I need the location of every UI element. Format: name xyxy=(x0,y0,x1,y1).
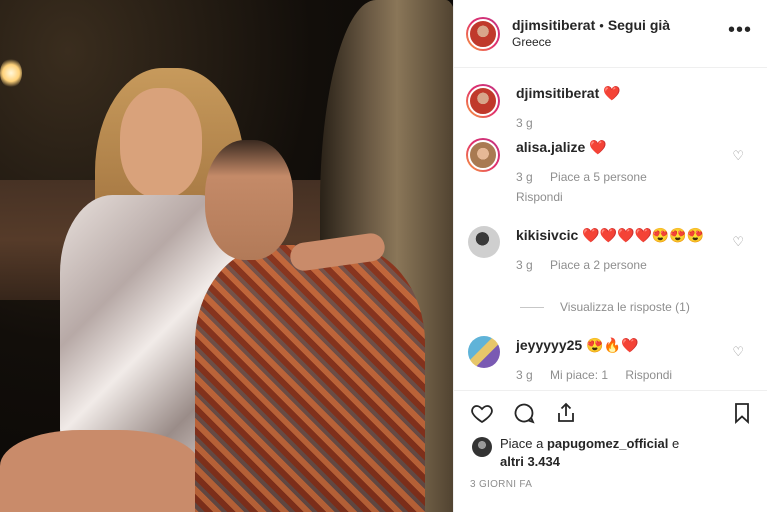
post-photo[interactable] xyxy=(0,0,453,512)
reply-button[interactable]: Rispondi xyxy=(516,190,726,204)
caption-time[interactable]: 3 g xyxy=(516,116,533,130)
comment-username[interactable]: kikisivcic xyxy=(516,227,578,243)
photo-legs xyxy=(0,430,200,512)
heart-icon[interactable] xyxy=(470,401,494,425)
comment-likes[interactable]: Piace a 2 persone xyxy=(550,258,647,272)
like-comment-heart-icon[interactable]: ♡ xyxy=(732,148,744,164)
comment-text: 😍🔥❤️ xyxy=(586,337,639,353)
photo-lamp-light xyxy=(0,58,22,88)
post-side-panel: djimsitiberat • Segui già Greece ••• djims… xyxy=(453,0,767,512)
comment-icon[interactable] xyxy=(512,401,536,425)
more-horizontal-icon[interactable]: ••• xyxy=(728,20,752,40)
comment-time[interactable]: 3 g xyxy=(516,170,533,184)
post-header: djimsitiberat • Segui già Greece ••• xyxy=(454,0,767,68)
comment-text: ❤️ xyxy=(589,139,607,155)
likes-liker-username[interactable]: papugomez_official xyxy=(547,436,668,451)
post-location[interactable]: Greece xyxy=(512,34,670,50)
post-username[interactable]: djimsitiberat xyxy=(512,17,595,33)
like-comment-heart-icon[interactable]: ♡ xyxy=(732,344,744,360)
separator-dot: • xyxy=(599,18,604,33)
likes-mid: e xyxy=(668,436,680,451)
share-icon[interactable] xyxy=(554,401,578,425)
instagram-post-view: djimsitiberat • Segui già Greece ••• djims… xyxy=(0,0,767,512)
comment-time[interactable]: 3 g xyxy=(516,368,533,382)
view-replies-label[interactable]: Visualizza le risposte (1) xyxy=(560,300,690,314)
likes-prefix: Piace a xyxy=(500,436,547,451)
follow-button[interactable]: Segui già xyxy=(608,17,670,33)
reply-button[interactable]: Rispondi xyxy=(625,368,672,382)
photo-woman-face xyxy=(120,88,202,198)
photo-man-head xyxy=(205,140,293,260)
replies-divider-line xyxy=(520,306,544,308)
photo-patterned-shirt xyxy=(195,245,425,512)
post-actions: Piace a papugomez_official e altri 3.434… xyxy=(454,390,767,512)
like-comment-heart-icon[interactable]: ♡ xyxy=(732,234,744,250)
avatar[interactable] xyxy=(466,16,500,51)
avatar[interactable] xyxy=(472,437,492,457)
caption-username[interactable]: djimsitiberat xyxy=(516,85,599,101)
avatar[interactable] xyxy=(466,84,500,118)
avatar[interactable] xyxy=(468,226,500,258)
avatar[interactable] xyxy=(468,336,500,368)
comment-likes[interactable]: Piace a 5 persone xyxy=(550,170,647,184)
comment-likes[interactable]: Mi piace: 1 xyxy=(550,368,608,382)
caption-text: ❤️ xyxy=(603,85,621,101)
post-date[interactable]: 3 GIORNI FA xyxy=(470,479,532,490)
comment-username[interactable]: jeyyyyy25 xyxy=(516,337,582,353)
likes-others[interactable]: altri 3.434 xyxy=(500,454,560,469)
likes-summary: Piace a papugomez_official e altri 3.434 xyxy=(472,435,730,471)
view-replies-link[interactable]: Visualizza le risposte (1) xyxy=(520,300,690,314)
comment-text: ❤️❤️❤️❤️😍😍😍 xyxy=(582,227,705,243)
comment-time[interactable]: 3 g xyxy=(516,258,533,272)
bookmark-icon[interactable] xyxy=(730,401,754,425)
avatar[interactable] xyxy=(466,138,500,172)
comment-username[interactable]: alisa.jalize xyxy=(516,139,585,155)
